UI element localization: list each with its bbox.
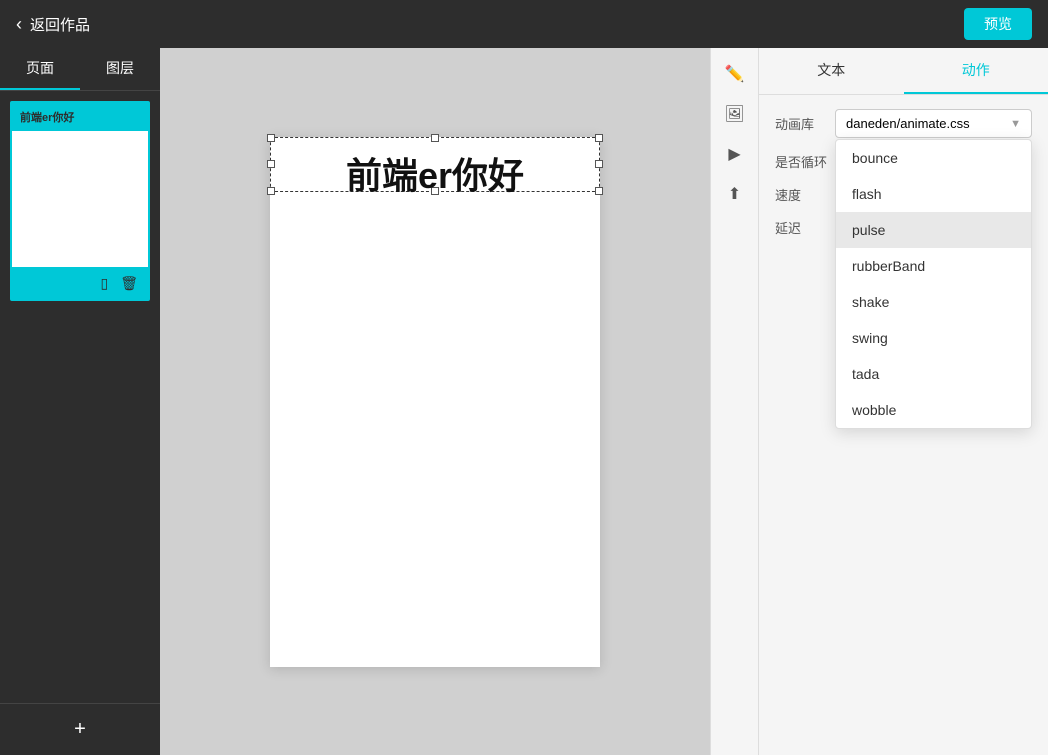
delete-icon[interactable]: 🗑 [120,275,138,292]
speed-label: 速度 [775,185,835,204]
tab-text[interactable]: 文本 [759,48,904,94]
tab-pages[interactable]: 页面 [0,48,80,90]
anim-lib-row: 动画库 daneden/animate.css ▼ bounce flash p… [775,109,1032,138]
left-tabs: 页面 图层 [0,48,160,91]
tab-layers[interactable]: 图层 [80,48,160,90]
tab-action[interactable]: 动作 [904,48,1048,94]
main-area: 页面 图层 前端er你好 ▯ 🗑 + 前端er你 [0,48,1048,755]
thumbnail-footer: ▯ 🗑 [12,267,148,299]
add-page-button[interactable]: + [0,703,160,755]
canvas-area: 前端er你好 [160,48,710,755]
top-nav: ‹ 返回作品 预览 [0,0,1048,48]
play-icon-btn[interactable]: ▶ [717,136,753,172]
canvas-text[interactable]: 前端er你好 [270,147,600,199]
dropdown-item-wobble[interactable]: wobble [836,392,1031,428]
side-toolbar: ✏️ 🖼 ▶ ⬆ [710,48,758,755]
select-arrow-icon: ▼ [1010,118,1021,130]
dropdown-item-rubberband[interactable]: rubberBand [836,248,1031,284]
dropdown-item-pulse[interactable]: pulse [836,212,1031,248]
canvas-frame[interactable]: 前端er你好 [270,137,600,667]
thumbnail-title: 前端er你好 [12,103,148,131]
dropdown-item-tada[interactable]: tada [836,356,1031,392]
anim-lib-value: daneden/animate.css [846,116,970,131]
nav-title: 返回作品 [30,14,90,35]
edit-icon-btn[interactable]: ✏️ [717,56,753,92]
dropdown-item-swing[interactable]: swing [836,320,1031,356]
handle-tm [431,134,439,142]
handle-tl [267,134,275,142]
thumbnail-body [12,131,148,286]
dropdown-item-bounce[interactable]: bounce [836,140,1031,176]
right-panel: 文本 动作 动画库 daneden/animate.css ▼ bounce f… [758,48,1048,755]
left-panel: 页面 图层 前端er你好 ▯ 🗑 + [0,48,160,755]
nav-left: ‹ 返回作品 [16,14,90,35]
right-content: 动画库 daneden/animate.css ▼ bounce flash p… [759,95,1048,755]
right-tabs: 文本 动作 [759,48,1048,95]
animation-dropdown[interactable]: bounce flash pulse rubberBand shake swin… [835,139,1032,429]
preview-button[interactable]: 预览 [964,8,1032,40]
anim-lib-control: daneden/animate.css ▼ bounce flash pulse… [835,109,1032,138]
copy-icon[interactable]: ▯ [101,275,109,292]
delay-label: 延迟 [775,218,835,237]
anim-lib-label: 动画库 [775,114,835,133]
back-icon[interactable]: ‹ [16,14,22,35]
dropdown-item-flash[interactable]: flash [836,176,1031,212]
image-icon-btn[interactable]: 🖼 [717,96,753,132]
anim-lib-select[interactable]: daneden/animate.css ▼ [835,109,1032,138]
page-thumbnail[interactable]: 前端er你好 ▯ 🗑 [10,101,150,301]
upload-icon-btn[interactable]: ⬆ [717,176,753,212]
loop-label: 是否循环 [775,152,835,171]
dropdown-item-shake[interactable]: shake [836,284,1031,320]
handle-tr [595,134,603,142]
